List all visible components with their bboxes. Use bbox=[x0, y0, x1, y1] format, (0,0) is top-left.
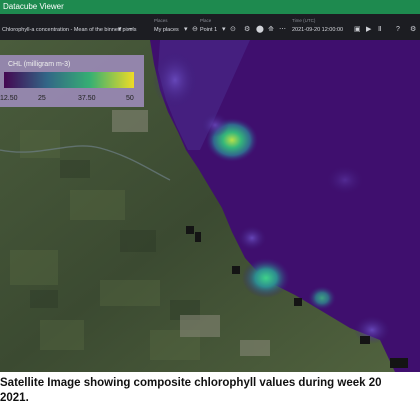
play-icon[interactable]: ▶ bbox=[366, 26, 371, 34]
layer-select[interactable]: Chlorophyll-a concentration - Mean of th… bbox=[2, 27, 137, 33]
legend-tick-3: 37.50 bbox=[78, 95, 96, 102]
place-select[interactable]: Point 1 bbox=[200, 27, 217, 33]
settings-icon[interactable]: ⚙ bbox=[244, 26, 250, 34]
remove-icon[interactable]: ⊖ bbox=[192, 26, 198, 34]
legend-bar bbox=[4, 72, 134, 88]
more-icon[interactable]: ⋯ bbox=[279, 26, 286, 34]
bloom-south bbox=[242, 258, 290, 298]
dropdown-caret-icon[interactable]: ▾ bbox=[118, 26, 122, 34]
legend-tick-4: 50 bbox=[126, 95, 134, 102]
place-label: Place bbox=[200, 18, 212, 23]
layers-icon[interactable]: ⟰ bbox=[268, 26, 274, 34]
places-select[interactable]: My places bbox=[154, 27, 179, 33]
calendar-icon[interactable]: ▣ bbox=[354, 26, 361, 34]
figure-caption: Satellite Image showing composite chloro… bbox=[0, 376, 420, 406]
place-caret-icon[interactable]: ▾ bbox=[222, 26, 226, 34]
app-title: Datacube Viewer bbox=[3, 2, 64, 11]
legend-tick-2: 25 bbox=[38, 95, 46, 102]
time-label: Time (UTC) bbox=[292, 18, 316, 23]
pause-icon[interactable]: Ⅱ bbox=[378, 26, 381, 34]
places-label: Places bbox=[154, 18, 168, 23]
caption-line-1: Satellite Image showing composite chloro… bbox=[0, 377, 382, 389]
toolbar: Chlorophyll-a concentration - Mean of th… bbox=[0, 14, 420, 40]
legend-tick-1: 12.50 bbox=[0, 95, 18, 102]
places-caret-icon[interactable]: ▾ bbox=[184, 26, 188, 34]
time-input[interactable]: 2021-09-20 12:00:00 bbox=[292, 27, 343, 33]
location-pin-icon[interactable]: ⬤ bbox=[256, 26, 264, 34]
color-legend: CHL (milligram m-3) 12.50 25 37.50 50 bbox=[0, 55, 144, 107]
zoom-icon[interactable]: ⊙ bbox=[230, 26, 236, 34]
chart-icon[interactable]: ∼ bbox=[128, 26, 134, 34]
app-title-bar: Datacube Viewer bbox=[0, 0, 420, 14]
gear-icon[interactable]: ⚙ bbox=[410, 26, 416, 34]
help-icon[interactable]: ? bbox=[396, 26, 400, 34]
caption-line-2: 2021. bbox=[0, 392, 29, 404]
